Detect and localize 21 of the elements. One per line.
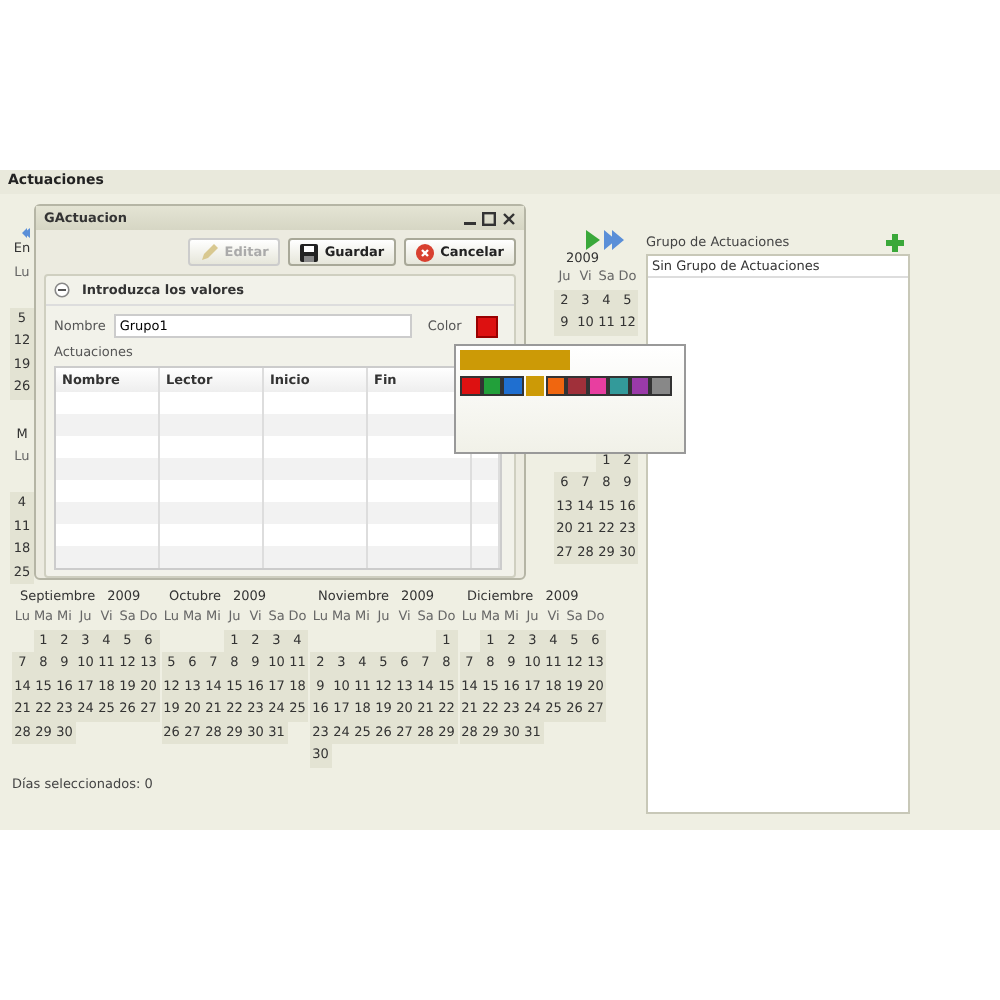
color-swatch[interactable] [460,376,481,396]
next-icon[interactable] [586,230,600,250]
color-swatch[interactable] [545,376,566,396]
previous-icon[interactable] [18,228,34,238]
color-swatch[interactable] [475,315,498,337]
color-swatch[interactable] [566,376,587,396]
color-swatch[interactable] [608,376,629,396]
pencil-icon [200,243,219,261]
color-swatch[interactable] [525,376,543,396]
color-swatch[interactable] [629,376,650,396]
cancel-icon [416,243,435,261]
close-icon[interactable] [502,211,516,225]
color-swatch[interactable] [481,376,502,396]
last-icon[interactable] [604,230,624,250]
collapse-icon[interactable] [54,282,70,298]
color-swatch[interactable] [502,376,523,396]
add-icon[interactable] [886,233,904,251]
maximize-icon[interactable] [482,211,496,225]
color-swatch[interactable] [587,376,608,396]
color-swatch[interactable] [650,376,671,396]
color-preview [460,350,570,370]
